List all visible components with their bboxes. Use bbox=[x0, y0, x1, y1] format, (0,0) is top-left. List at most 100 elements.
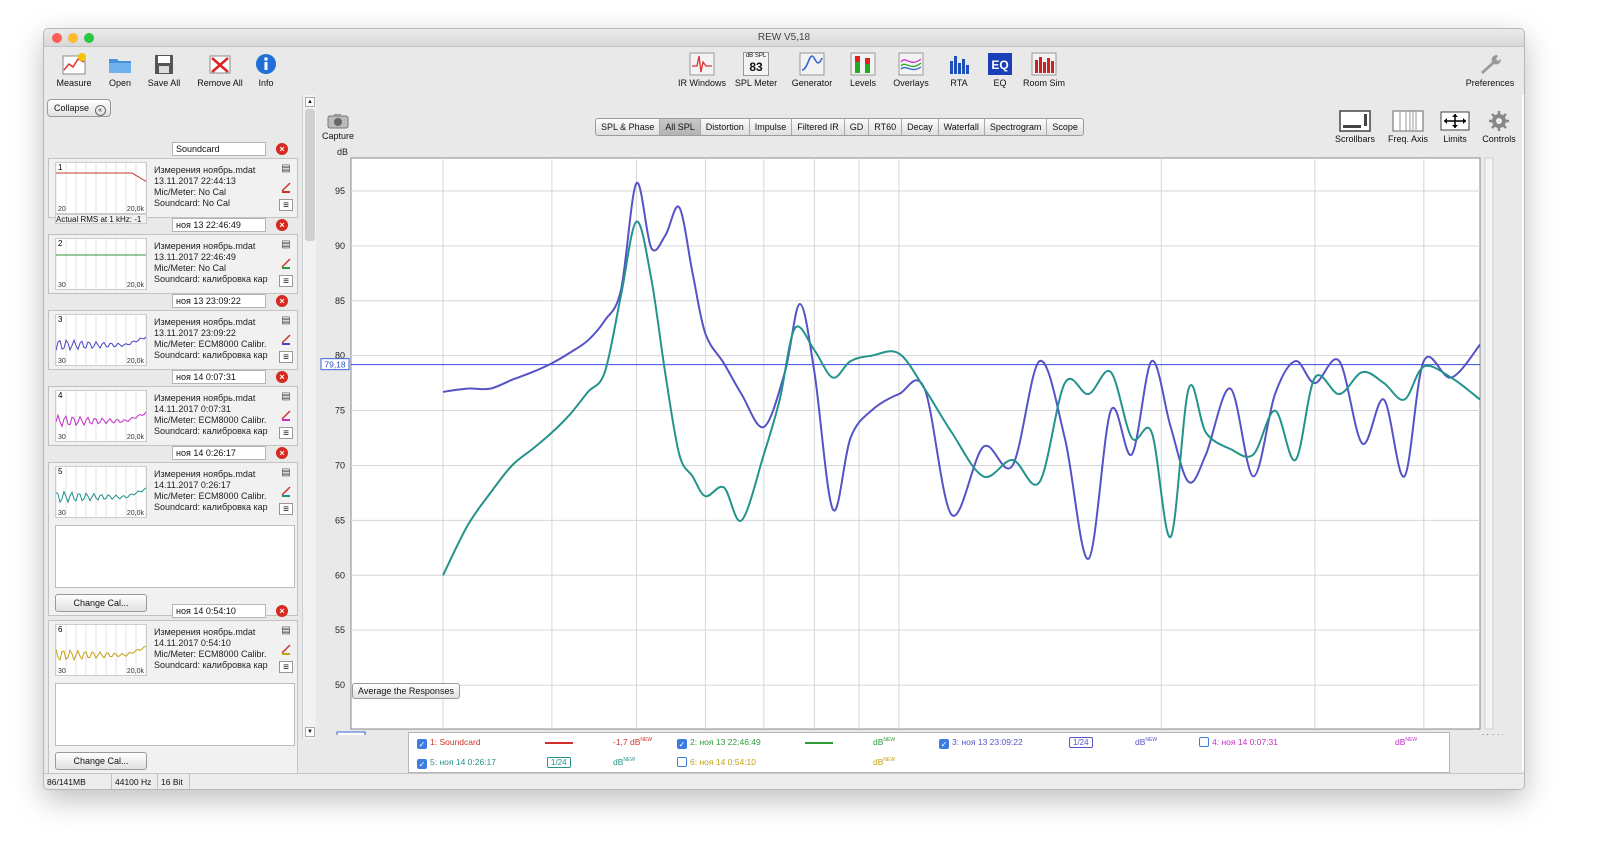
legend-checkbox[interactable]: ✓ bbox=[417, 759, 427, 769]
legend-checkbox[interactable]: ✓ bbox=[677, 739, 687, 749]
tab-waterfall[interactable]: Waterfall bbox=[939, 119, 985, 135]
measurement-notes-icon[interactable]: ≡ bbox=[279, 503, 293, 515]
thumbnail-trace bbox=[56, 172, 146, 182]
collapse-button[interactable]: Collapse « bbox=[47, 99, 111, 117]
panel-scrollbar[interactable]: ▲ ▼ bbox=[302, 95, 316, 739]
measurement-date: 14.11.2017 0:07:31 bbox=[154, 404, 231, 414]
legend-style[interactable]: 1/24 bbox=[1063, 737, 1099, 748]
spl-chart-svg[interactable]: 3040506070809010020030040050556065707580… bbox=[319, 145, 1524, 756]
zoom-window-button[interactable] bbox=[84, 33, 94, 43]
measurement-graph-icon[interactable]: ▤ bbox=[279, 163, 293, 175]
tab-scope[interactable]: Scope bbox=[1047, 119, 1083, 135]
preferences-button[interactable]: Preferences bbox=[1462, 52, 1518, 88]
measurement-card[interactable]: 1 20 20,0k Измерения ноябрь.mdat 13.11.2017 … bbox=[48, 158, 298, 224]
thumbnail-high-freq: 20,0k bbox=[126, 206, 144, 213]
scroll-up-arrow[interactable]: ▲ bbox=[305, 97, 315, 107]
tab-rt60[interactable]: RT60 bbox=[869, 119, 903, 135]
scroll-thumb[interactable] bbox=[305, 109, 315, 241]
tab-spectrogram[interactable]: Spectrogram bbox=[985, 119, 1048, 135]
change-cal-button[interactable]: Change Cal... bbox=[55, 594, 147, 612]
measurement-name-field[interactable]: ноя 14 0:54:10 bbox=[172, 604, 266, 618]
measurement-card[interactable]: 6 30 20,0k Измерения ноябрь.mdat 14.11.2017 … bbox=[48, 620, 298, 774]
minimize-window-button[interactable] bbox=[68, 33, 78, 43]
thumbnail-low-freq: 30 bbox=[58, 434, 66, 441]
measurement-notes-icon[interactable]: ≡ bbox=[279, 275, 293, 287]
remove-measurement-icon[interactable]: × bbox=[276, 295, 288, 307]
save-icon bbox=[155, 55, 173, 74]
spl-graph[interactable]: 3040506070809010020030040050556065707580… bbox=[319, 145, 1524, 756]
legend-level: dBNEW bbox=[873, 757, 896, 767]
measurement-notes-icon[interactable]: ≡ bbox=[279, 351, 293, 363]
plot-area[interactable] bbox=[350, 157, 1481, 730]
measurement-card[interactable]: 5 30 20,0k Измерения ноябрь.mdat 14.11.2017 … bbox=[48, 462, 298, 616]
legend-style[interactable] bbox=[541, 737, 577, 747]
measurement-color-pen-icon[interactable] bbox=[279, 409, 293, 421]
remove-measurement-icon[interactable]: × bbox=[276, 219, 288, 231]
measurement-notes-area[interactable] bbox=[55, 683, 295, 746]
measurement-card[interactable]: 2 30 20,0k Измерения ноябрь.mdat 13.11.2017 … bbox=[48, 234, 298, 294]
legend-style[interactable] bbox=[801, 757, 837, 767]
tab-spl-phase[interactable]: SPL & Phase bbox=[596, 119, 661, 135]
remove-measurement-icon[interactable]: × bbox=[276, 143, 288, 155]
legend-checkbox[interactable] bbox=[1199, 737, 1209, 747]
measurement-index: 4 bbox=[58, 391, 63, 400]
measurement-name-field[interactable]: ноя 13 23:09:22 bbox=[172, 294, 266, 308]
room-sim-button[interactable]: Room Sim bbox=[1016, 52, 1072, 88]
generator-button[interactable]: Generator bbox=[784, 52, 840, 88]
close-window-button[interactable] bbox=[52, 33, 62, 43]
info-button[interactable]: Info bbox=[238, 52, 294, 88]
legend-style[interactable] bbox=[801, 737, 837, 747]
tab-decay[interactable]: Decay bbox=[902, 119, 939, 135]
controls-button[interactable]: Controls bbox=[1474, 110, 1524, 144]
tab-impulse[interactable]: Impulse bbox=[750, 119, 793, 135]
remove-measurement-icon[interactable]: × bbox=[276, 447, 288, 459]
measurement-graph-icon[interactable]: ▤ bbox=[279, 239, 293, 251]
legend-checkbox[interactable]: ✓ bbox=[417, 739, 427, 749]
measurement-name-field[interactable]: ноя 13 22:46:49 bbox=[172, 218, 266, 232]
legend-style[interactable]: 1/24 bbox=[541, 757, 577, 768]
measurement-graph-icon[interactable]: ▤ bbox=[279, 391, 293, 403]
measurement-color-pen-icon[interactable] bbox=[279, 257, 293, 269]
measurement-name-field[interactable]: ноя 14 0:26:17 bbox=[172, 446, 266, 460]
camera-icon bbox=[327, 114, 349, 129]
measurement-notes-icon[interactable]: ≡ bbox=[279, 199, 293, 211]
measurement-notes-icon[interactable]: ≡ bbox=[279, 661, 293, 673]
measurement-card[interactable]: 3 30 20,0k Измерения ноябрь.mdat 13.11.2017 … bbox=[48, 310, 298, 370]
measurement-name-field[interactable]: Soundcard bbox=[172, 142, 266, 156]
measurement-color-pen-icon[interactable] bbox=[279, 643, 293, 655]
scrollbars-button[interactable]: Scrollbars bbox=[1330, 110, 1380, 144]
tab-filtered-ir[interactable]: Filtered IR bbox=[792, 119, 845, 135]
measurement-notes-icon[interactable]: ≡ bbox=[279, 427, 293, 439]
capture-button[interactable]: Capture bbox=[320, 113, 356, 141]
change-cal-button[interactable]: Change Cal... bbox=[55, 752, 147, 770]
measurement-graph-icon[interactable]: ▤ bbox=[279, 467, 293, 479]
limits-button[interactable]: Limits bbox=[1430, 110, 1480, 144]
measurement-graph-icon[interactable]: ▤ bbox=[279, 315, 293, 327]
measurement-card[interactable]: 4 30 20,0k Измерения ноябрь.mdat 14.11.2017 … bbox=[48, 386, 298, 446]
measurement-color-pen-icon[interactable] bbox=[279, 181, 293, 193]
save-all-button[interactable]: Save All bbox=[136, 52, 192, 88]
scroll-down-arrow[interactable]: ▼ bbox=[305, 727, 315, 737]
ir-windows-button[interactable]: IR Windows bbox=[674, 52, 730, 88]
legend-checkbox[interactable] bbox=[677, 757, 687, 767]
spl-meter-button[interactable]: dB SPL 83 SPL Meter bbox=[728, 52, 784, 88]
average-responses-button[interactable]: Average the Responses bbox=[352, 683, 460, 699]
measurement-thumbnail: 3 30 20,0k bbox=[55, 314, 147, 366]
measurement-name-field[interactable]: ноя 14 0:07:31 bbox=[172, 370, 266, 384]
legend-style[interactable] bbox=[1323, 737, 1359, 747]
smoothing-badge[interactable]: 1/24 bbox=[547, 757, 571, 768]
remove-measurement-icon[interactable]: × bbox=[276, 371, 288, 383]
remove-measurement-icon[interactable]: × bbox=[276, 605, 288, 617]
thumbnail-high-freq: 20,0k bbox=[126, 668, 144, 675]
tab-gd[interactable]: GD bbox=[845, 119, 870, 135]
tab-distortion[interactable]: Distortion bbox=[701, 119, 750, 135]
measurement-color-pen-icon[interactable] bbox=[279, 333, 293, 345]
tab-all-spl[interactable]: All SPL bbox=[660, 119, 701, 135]
graph-vertical-scrollbar[interactable] bbox=[1484, 157, 1494, 730]
legend-checkbox[interactable]: ✓ bbox=[939, 739, 949, 749]
smoothing-badge[interactable]: 1/24 bbox=[1069, 737, 1093, 748]
measurement-notes-area[interactable] bbox=[55, 525, 295, 588]
measurement-graph-icon[interactable]: ▤ bbox=[279, 625, 293, 637]
measurement-color-pen-icon[interactable] bbox=[279, 485, 293, 497]
freq-axis-button[interactable]: Freq. Axis bbox=[1383, 110, 1433, 144]
